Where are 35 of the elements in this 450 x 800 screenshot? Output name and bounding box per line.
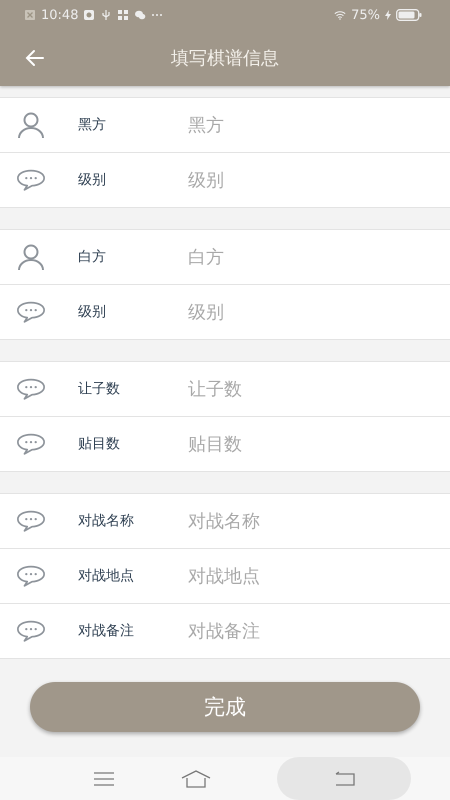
- input-field[interactable]: 对战地点: [188, 566, 408, 586]
- person-icon: [16, 243, 46, 271]
- input-field[interactable]: 对战名称: [188, 510, 408, 532]
- field-label: 让子数: [78, 380, 121, 398]
- field-label: 级别: [78, 303, 107, 321]
- wifi-icon: [334, 9, 346, 21]
- chat-app-icon: [134, 9, 146, 21]
- page-title: 填写棋谱信息: [171, 47, 279, 70]
- input-field[interactable]: 白方: [188, 246, 408, 268]
- input-field[interactable]: 级别: [188, 170, 408, 190]
- field-label: 黑方: [78, 116, 107, 134]
- app-icon: [83, 9, 96, 21]
- input-field[interactable]: 级别: [188, 302, 408, 322]
- more-icon: [151, 13, 164, 17]
- input-field[interactable]: 贴目数: [188, 434, 408, 454]
- menu-icon[interactable]: [92, 770, 115, 786]
- field-label: 白方: [78, 248, 107, 266]
- done-button[interactable]: 完成: [30, 682, 420, 732]
- person-icon: [16, 111, 46, 139]
- battery-icon: [396, 9, 422, 21]
- field-label: 对战地点: [78, 567, 135, 585]
- input-field[interactable]: 对战备注: [188, 620, 408, 642]
- app-icon: [117, 9, 130, 21]
- usb-icon: [100, 9, 112, 21]
- home-icon[interactable]: [180, 770, 212, 788]
- input-field[interactable]: 黑方: [188, 114, 408, 136]
- clock: 10:48: [41, 8, 78, 22]
- field-label: 级别: [78, 171, 107, 189]
- charging-icon: [385, 10, 391, 20]
- battery-percent: 75%: [351, 8, 380, 22]
- field-label: 对战备注: [78, 622, 135, 640]
- input-field[interactable]: 让子数: [188, 378, 408, 400]
- notification-icon: [24, 9, 36, 21]
- field-label: 对战名称: [78, 512, 135, 530]
- field-label: 贴目数: [78, 435, 121, 453]
